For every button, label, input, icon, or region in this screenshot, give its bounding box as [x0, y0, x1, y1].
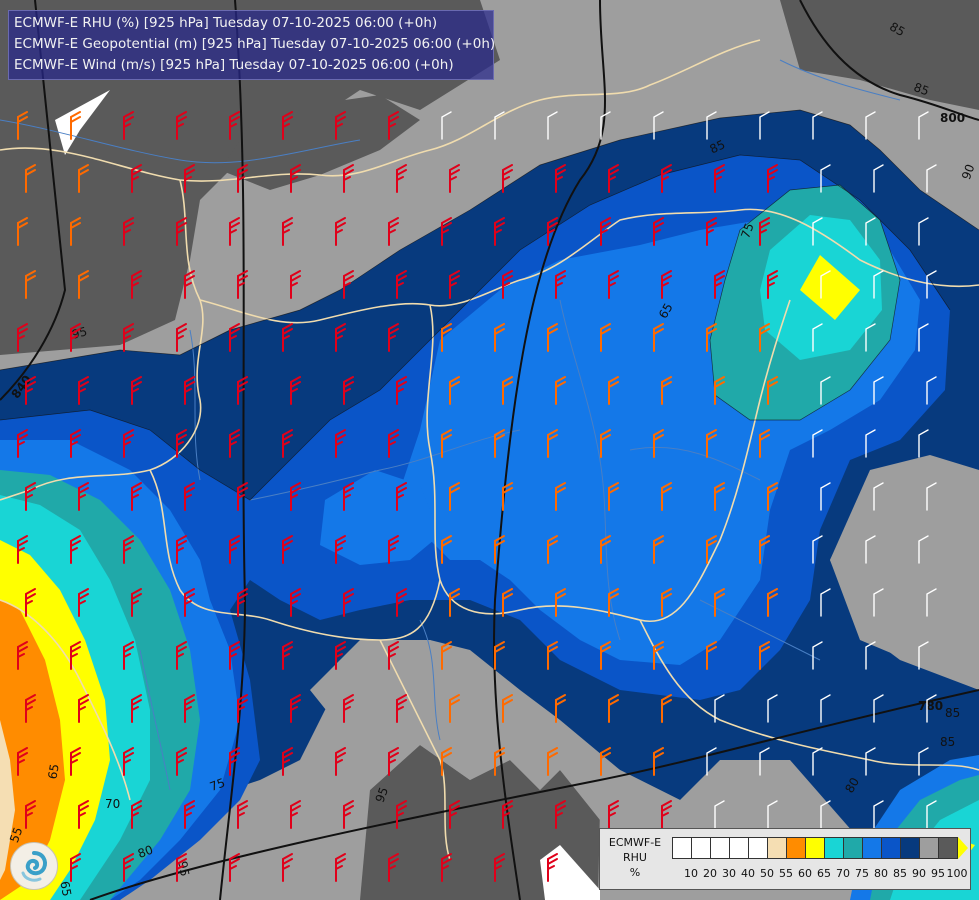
legend-unit: % — [629, 866, 641, 879]
legend-label: 90 — [912, 867, 926, 880]
legend-swatch — [843, 837, 863, 859]
legend-label: 65 — [817, 867, 831, 880]
legend-swatch — [710, 837, 730, 859]
swirl-icon — [21, 851, 47, 882]
geopotential-label-780: 780 — [918, 699, 943, 713]
legend-swatch — [691, 837, 711, 859]
rhu-label: 85 — [940, 735, 955, 749]
legend-label: 100 — [946, 867, 968, 880]
legend-swatch — [900, 837, 920, 859]
rhu-contour-map: 800 780 840 85 75 85 85 95 95 90 80 85 6… — [0, 0, 979, 900]
legend-label: 20 — [703, 867, 717, 880]
legend-swatch — [748, 837, 768, 859]
title-geopotential: ECMWF-E Geopotential (m) [925 hPa] Tuesd… — [14, 36, 496, 52]
title-wind: ECMWF-E Wind (m/s) [925 hPa] Tuesday 07-… — [14, 57, 454, 73]
rhu-label: 65 — [57, 880, 73, 897]
legend-swatch — [824, 837, 844, 859]
rhu-color-legend: ECMWF-E RHU % 10 20 30 40 50 55 60 65 70 75 80 85 90… — [599, 828, 971, 890]
weather-map-view: 800 780 840 85 75 85 85 95 95 90 80 85 6… — [0, 0, 979, 900]
legend-label: 85 — [893, 867, 907, 880]
legend-label: 10 — [684, 867, 698, 880]
geopotential-label-800: 800 — [940, 111, 965, 125]
legend-overflow-arrow-icon — [958, 837, 968, 859]
legend-label: 70 — [836, 867, 850, 880]
legend-label: 50 — [760, 867, 774, 880]
legend-swatch — [729, 837, 749, 859]
legend-label: 55 — [779, 867, 793, 880]
legend-swatch — [881, 837, 901, 859]
legend-label: 95 — [931, 867, 945, 880]
legend-swatch — [805, 837, 825, 859]
legend-swatch — [672, 837, 692, 859]
legend-swatch — [938, 837, 958, 859]
legend-swatches — [672, 837, 958, 859]
legend-swatch — [862, 837, 882, 859]
title-rhu: ECMWF-E RHU (%) [925 hPa] Tuesday 07-10-… — [14, 15, 438, 31]
legend-label: 30 — [722, 867, 736, 880]
rhu-label: 65 — [45, 763, 61, 780]
rhu-label: 85 — [945, 706, 960, 720]
legend-swatch — [919, 837, 939, 859]
legend-swatch — [786, 837, 806, 859]
legend-swatch — [767, 837, 787, 859]
legend-variable: RHU — [623, 851, 647, 864]
legend-title: ECMWF-E RHU % — [600, 835, 670, 880]
legend-model: ECMWF-E — [608, 836, 662, 849]
legend-label: 60 — [798, 867, 812, 880]
ecmwf-logo — [10, 842, 58, 890]
legend-label: 40 — [741, 867, 755, 880]
legend-label: 80 — [874, 867, 888, 880]
map-title-box: ECMWF-E RHU (%) [925 hPa] Tuesday 07-10-… — [8, 10, 496, 80]
rhu-label: 70 — [105, 797, 120, 811]
legend-label: 75 — [855, 867, 869, 880]
